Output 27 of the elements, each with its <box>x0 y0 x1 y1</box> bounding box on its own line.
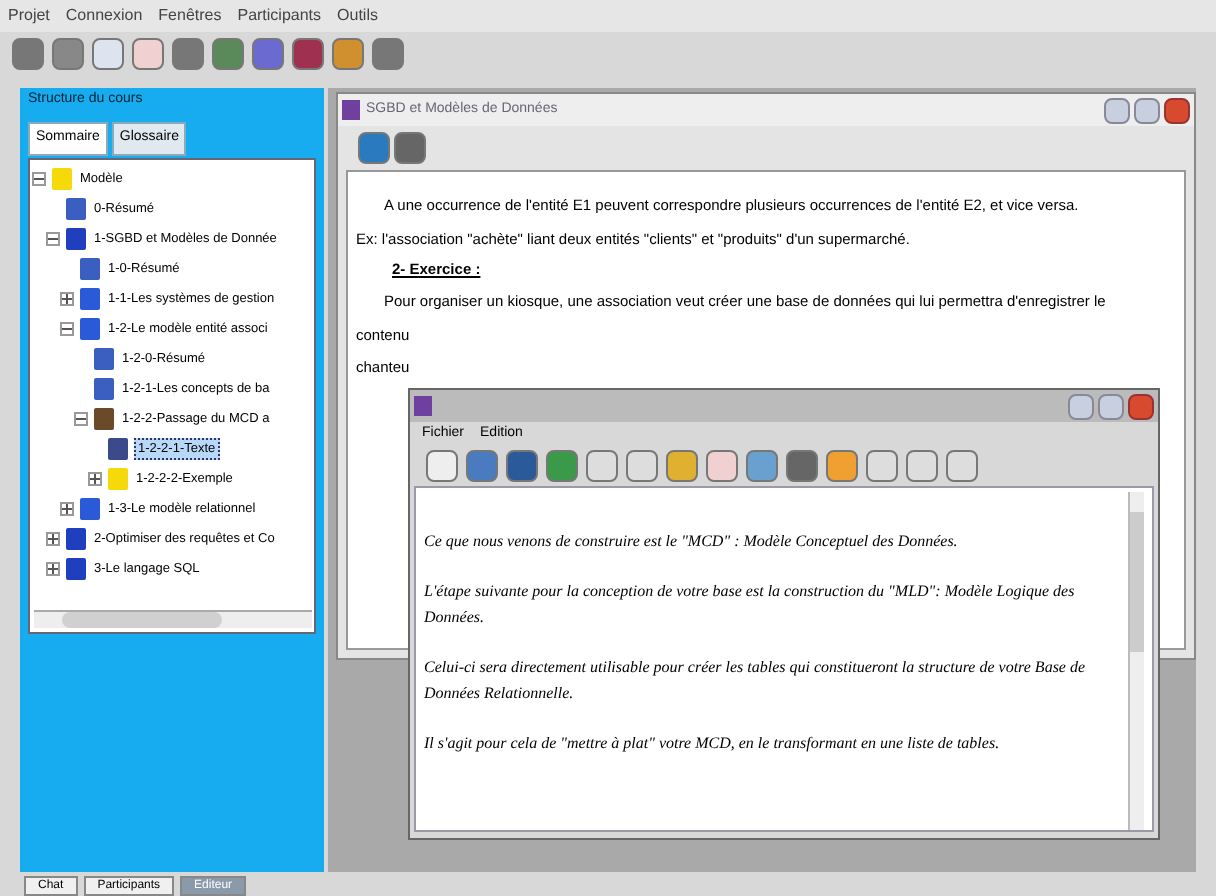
maximize-button[interactable] <box>1134 97 1160 123</box>
paragraph: Ce que nous venons de construire est le "MCD" : Modèle Conceptuel des Données. <box>424 530 960 554</box>
expander-icon[interactable] <box>60 502 74 516</box>
paragraph: L'étape suivante pour la conception de votre base est la construction du "MLD": Modèle Logique des Données. <box>424 580 1077 630</box>
expander-icon[interactable] <box>46 562 60 576</box>
expander-icon[interactable] <box>60 292 74 306</box>
paragraph: Il s'agit pour cela de "mettre à plat" votre MCD, en le transformant en une liste de tables. <box>424 732 1002 756</box>
editor-text-area[interactable] <box>414 486 1154 832</box>
close-button[interactable] <box>1128 393 1154 419</box>
menu-item[interactable]: Outils <box>337 4 378 28</box>
horizontal-scrollbar[interactable] <box>34 610 312 628</box>
expander-icon[interactable] <box>88 472 102 486</box>
minimize-button[interactable] <box>1104 97 1130 123</box>
menu-item[interactable]: Participants <box>237 4 322 28</box>
expander-icon[interactable] <box>46 232 60 246</box>
minimize-button[interactable] <box>1068 393 1094 419</box>
close-button[interactable] <box>1164 97 1190 123</box>
menu-item[interactable]: Projet <box>8 4 50 28</box>
menu-item[interactable]: Connexion <box>65 4 143 28</box>
paragraph: Celui-ci sera directement utilisable pour créer les tables qui constitueront la structure de votre Base de Données Relationnelle. <box>424 656 1088 706</box>
menu-item[interactable]: Fenêtres <box>158 4 222 28</box>
expander-icon[interactable] <box>60 322 74 336</box>
maximize-button[interactable] <box>1098 393 1124 419</box>
expander-icon[interactable] <box>32 172 46 186</box>
expander-icon[interactable] <box>46 532 60 546</box>
vertical-scrollbar[interactable] <box>1128 492 1144 830</box>
expander-icon[interactable] <box>74 412 88 426</box>
